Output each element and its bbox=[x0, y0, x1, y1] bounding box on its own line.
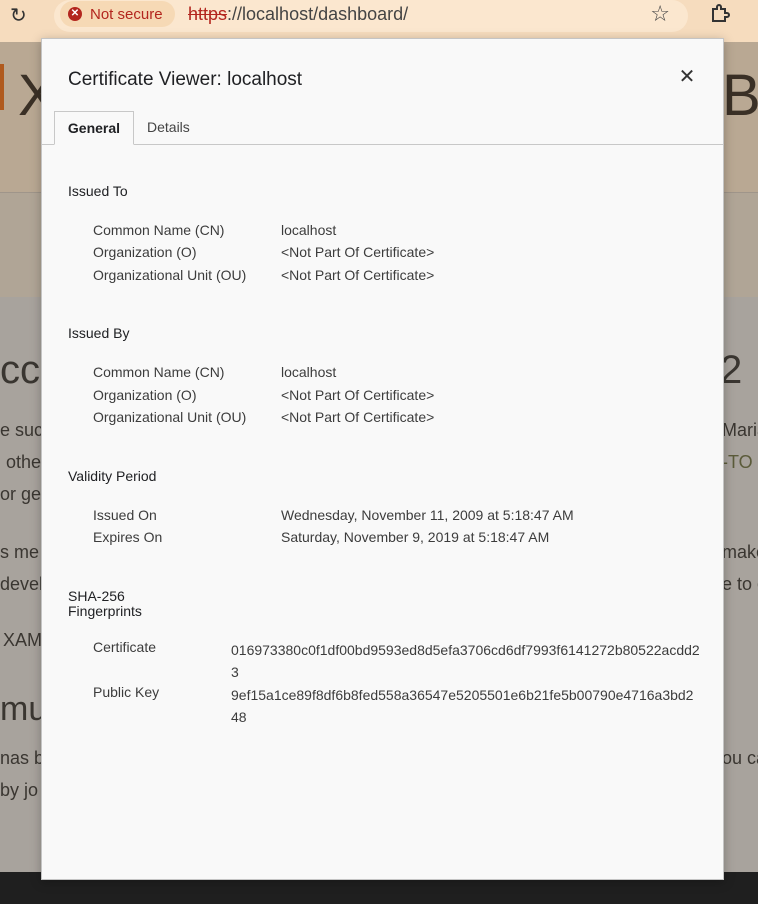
tab-details[interactable]: Details bbox=[147, 111, 190, 143]
url-text[interactable]: https://localhost/dashboard/ bbox=[188, 4, 408, 25]
security-label: Not secure bbox=[90, 5, 163, 23]
field-label: Common Name (CN) bbox=[93, 364, 225, 380]
tab-general[interactable]: General bbox=[54, 111, 134, 145]
bg-text-fragment: -TO bbox=[722, 452, 753, 472]
field-value: localhost bbox=[281, 364, 337, 380]
fingerprints-heading-line2: Fingerprints bbox=[68, 603, 142, 619]
bg-text-fragment: XAM bbox=[3, 630, 43, 650]
extensions-icon[interactable] bbox=[709, 2, 731, 29]
issued-by-heading: Issued By bbox=[68, 325, 130, 341]
url-scheme: https bbox=[188, 4, 228, 24]
bg-text-fragment: e to c bbox=[722, 574, 758, 594]
fingerprints-heading-line1: SHA-256 bbox=[68, 588, 125, 604]
field-value: localhost bbox=[281, 222, 337, 238]
error-icon: ✕ bbox=[68, 7, 82, 21]
close-icon[interactable]: ✕ bbox=[676, 65, 698, 87]
field-label: Organizational Unit (OU) bbox=[93, 267, 247, 283]
field-value: <Not Part Of Certificate> bbox=[281, 409, 435, 425]
bg-text-fragment: make bbox=[722, 542, 758, 562]
certificate-viewer-dialog: Certificate Viewer: localhost ✕ General … bbox=[41, 38, 724, 880]
field-label: Issued On bbox=[93, 507, 157, 523]
dialog-tabs: General Details bbox=[42, 111, 723, 145]
field-label: Organizational Unit (OU) bbox=[93, 409, 247, 425]
bg-heading-fragment: cc bbox=[0, 348, 40, 392]
field-value: <Not Part Of Certificate> bbox=[281, 267, 435, 283]
public-key-fingerprint: 9ef15a1ce89f8df6b8fed558a36547e5205501e6… bbox=[231, 687, 694, 725]
bg-text-fragment: Maria bbox=[722, 420, 758, 440]
field-label: Organization (O) bbox=[93, 387, 197, 403]
browser-toolbar: ↻ ✕ Not secure https://localhost/dashboa… bbox=[0, 0, 758, 42]
not-secure-chip[interactable]: ✕ Not secure bbox=[60, 1, 175, 27]
bg-text-fragment: ou ca bbox=[722, 748, 758, 768]
address-bar[interactable]: ✕ Not secure https://localhost/dashboard… bbox=[54, 0, 688, 32]
dialog-title: Certificate Viewer: localhost bbox=[68, 69, 303, 90]
bg-text-fragment: nas b bbox=[0, 748, 45, 768]
field-label: Organization (O) bbox=[93, 244, 197, 260]
field-value: Wednesday, November 11, 2009 at 5:18:47 … bbox=[281, 507, 574, 523]
bookmark-star-icon[interactable]: ☆ bbox=[650, 2, 670, 27]
bg-text-fragment: e suc bbox=[0, 420, 44, 440]
bg-text-fragment: or ge bbox=[0, 484, 42, 504]
bg-text-fragment: by jo bbox=[0, 780, 39, 800]
validity-heading: Validity Period bbox=[68, 468, 157, 484]
field-label: Expires On bbox=[93, 529, 163, 545]
logo-accent bbox=[0, 64, 4, 110]
field-value: Saturday, November 9, 2019 at 5:18:47 AM bbox=[281, 529, 550, 545]
url-rest: ://localhost/dashboard/ bbox=[227, 4, 409, 24]
bg-text-fragment: s me bbox=[0, 542, 40, 562]
certificate-fingerprint: 016973380c0f1df00bd9593ed8d5efa3706cd6df… bbox=[231, 642, 700, 680]
reload-icon[interactable]: ↻ bbox=[10, 3, 27, 27]
field-label: Certificate bbox=[93, 639, 157, 655]
field-label: Public Key bbox=[93, 684, 160, 700]
field-value: <Not Part Of Certificate> bbox=[281, 244, 435, 260]
field-value: <Not Part Of Certificate> bbox=[281, 387, 435, 403]
logo-right: B bbox=[722, 63, 758, 128]
bg-text-fragment: othe bbox=[6, 452, 42, 472]
issued-to-heading: Issued To bbox=[68, 183, 128, 199]
field-label: Common Name (CN) bbox=[93, 222, 225, 238]
